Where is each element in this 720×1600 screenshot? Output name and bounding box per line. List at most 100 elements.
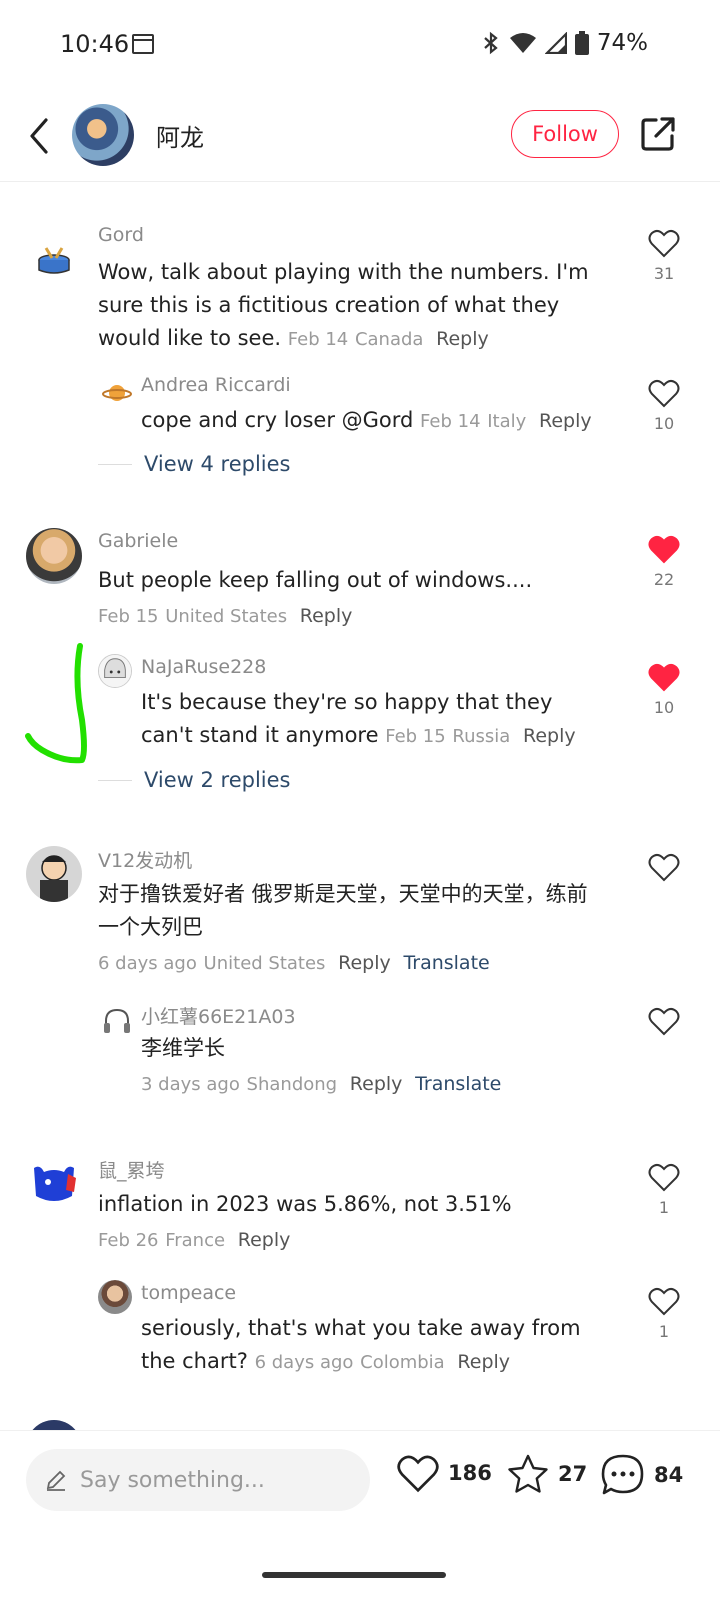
user-avatar[interactable] <box>26 1420 82 1430</box>
comment-date: Feb 14 <box>287 329 349 350</box>
view-replies-button[interactable]: View 4 replies <box>98 452 291 476</box>
reply-button[interactable]: Reply <box>338 952 391 974</box>
comment-body: inflation in 2023 was 5.86%, not 3.51% <box>98 1192 512 1216</box>
reply-button[interactable]: Reply <box>523 725 576 747</box>
comment-location: Canada <box>354 329 424 350</box>
share-icon[interactable] <box>638 114 678 154</box>
bottom-bar: Say something... 186 27 84 <box>0 1430 720 1530</box>
battery-icon <box>574 31 589 55</box>
anime-avatar[interactable] <box>98 654 132 688</box>
cartoon-avatar[interactable] <box>26 846 82 902</box>
chat-bubble-icon <box>601 1454 644 1495</box>
translate-button[interactable]: Translate <box>415 1073 501 1095</box>
comment-location: Russia <box>452 726 511 747</box>
user-avatar[interactable] <box>98 1280 132 1314</box>
like-button[interactable] <box>645 1006 683 1042</box>
comment-username[interactable]: 鼠_累垮 <box>98 1156 165 1183</box>
comment-date: Feb 15 <box>98 606 159 627</box>
reply-button[interactable]: Reply <box>539 410 592 432</box>
heart-outline-icon <box>648 1287 680 1316</box>
like-button[interactable]: 22 <box>645 534 683 589</box>
like-count: 10 <box>653 698 675 717</box>
comment-text[interactable]: inflation in 2023 was 5.86%, not 3.51% F… <box>98 1188 618 1257</box>
reply-button[interactable]: Reply <box>300 605 353 627</box>
back-icon[interactable] <box>20 112 60 160</box>
comment-username[interactable]: Andrea Riccardi <box>141 374 291 396</box>
headphones-avatar[interactable] <box>100 1004 134 1038</box>
drum-avatar[interactable] <box>26 230 82 286</box>
comment-username[interactable]: NaJaRuse228 <box>141 656 266 678</box>
like-button[interactable]: 1 <box>645 1286 683 1341</box>
comment-location: United States <box>203 953 326 974</box>
comment-text[interactable]: 李维学长 3 days ago Shandong Reply Translate <box>141 1032 621 1101</box>
heart-filled-icon <box>648 663 680 692</box>
comment-list[interactable]: Gord Wow, talk about playing with the nu… <box>0 182 720 1430</box>
reply-button[interactable]: Reply <box>238 1229 291 1251</box>
reply-button[interactable]: Reply <box>350 1073 403 1095</box>
home-indicator[interactable] <box>262 1572 446 1578</box>
comment-text[interactable]: seriously, that's what you take away fro… <box>141 1312 611 1379</box>
post-comment-count: 84 <box>654 1463 684 1487</box>
post-comment-button[interactable]: 84 <box>600 1453 683 1497</box>
comment-username[interactable]: V12发动机 <box>98 846 192 873</box>
comment-text[interactable]: It's because they're so happy that they … <box>141 686 601 753</box>
like-count: 1 <box>658 1322 670 1341</box>
comment-date: 6 days ago <box>98 953 197 974</box>
comment-username[interactable]: tompeace <box>141 1282 236 1304</box>
comment-body: 李维学长 <box>141 1036 225 1060</box>
like-button[interactable]: 10 <box>645 662 683 717</box>
heart-outline-icon <box>648 853 680 882</box>
comment-body: cope and cry loser @Gord <box>141 408 414 432</box>
status-bar: 10:46 74% <box>0 0 720 90</box>
comment-location: Shandong <box>246 1074 338 1095</box>
calendar-icon <box>132 34 154 54</box>
planet-avatar[interactable] <box>100 376 134 410</box>
reply-button[interactable]: Reply <box>436 328 489 350</box>
status-time: 10:46 <box>60 30 130 58</box>
heart-filled-icon <box>648 535 680 564</box>
battery-percent: 74% <box>596 30 648 56</box>
view-replies-label: View 2 replies <box>144 768 291 792</box>
user-avatar[interactable] <box>26 528 82 584</box>
reply-button[interactable]: Reply <box>457 1351 510 1373</box>
like-button[interactable]: 1 <box>645 1162 683 1217</box>
comment-text[interactable]: But people keep falling out of windows..… <box>98 564 618 633</box>
like-button[interactable] <box>645 852 683 888</box>
view-replies-label: View 4 replies <box>144 452 291 476</box>
comment-username[interactable]: Gabriele <box>98 530 178 552</box>
annotation-mark <box>25 643 87 764</box>
author-name[interactable]: 阿龙 <box>156 118 204 153</box>
header: 阿龙 Follow <box>0 90 720 182</box>
heart-outline-icon <box>648 1163 680 1192</box>
comment-username[interactable]: 小红薯66E21A03 <box>141 1002 296 1029</box>
comment-text[interactable]: Wow, talk about playing with the numbers… <box>98 256 618 356</box>
post-collect-button[interactable]: 27 <box>506 1453 587 1495</box>
comment-body: 对于撸铁爱好者 俄罗斯是天堂，天堂中的天堂，练前一个大列巴 <box>98 882 588 939</box>
star-outline-icon <box>508 1454 548 1493</box>
heart-outline-icon <box>648 1007 680 1036</box>
comment-date: Feb 14 <box>420 411 481 432</box>
like-count: 10 <box>653 414 675 433</box>
comment-input[interactable]: Say something... <box>26 1449 370 1511</box>
follow-button[interactable]: Follow <box>511 110 619 158</box>
divider <box>98 779 132 781</box>
like-count: 1 <box>658 1198 670 1217</box>
comment-location: Italy <box>487 411 527 432</box>
divider <box>98 463 132 465</box>
post-like-button[interactable]: 186 <box>396 1453 492 1493</box>
comment-date: 3 days ago <box>141 1074 240 1095</box>
like-button[interactable]: 31 <box>645 228 683 283</box>
author-avatar[interactable] <box>72 104 134 166</box>
comment-username[interactable]: Gord <box>98 224 144 246</box>
wifi-icon <box>509 33 536 53</box>
comment-location: France <box>165 1230 226 1251</box>
comment-location: United States <box>165 606 288 627</box>
comment-text[interactable]: cope and cry loser @Gord Feb 14 Italy Re… <box>141 404 621 438</box>
like-button[interactable]: 10 <box>645 378 683 433</box>
translate-button[interactable]: Translate <box>403 952 489 974</box>
view-replies-button[interactable]: View 2 replies <box>98 768 291 792</box>
comment-input-placeholder: Say something... <box>80 1467 265 1493</box>
comment-date: Feb 15 <box>385 726 446 747</box>
mouse-avatar[interactable] <box>26 1156 82 1212</box>
comment-text[interactable]: 对于撸铁爱好者 俄罗斯是天堂，天堂中的天堂，练前一个大列巴 6 days ago… <box>98 878 608 980</box>
